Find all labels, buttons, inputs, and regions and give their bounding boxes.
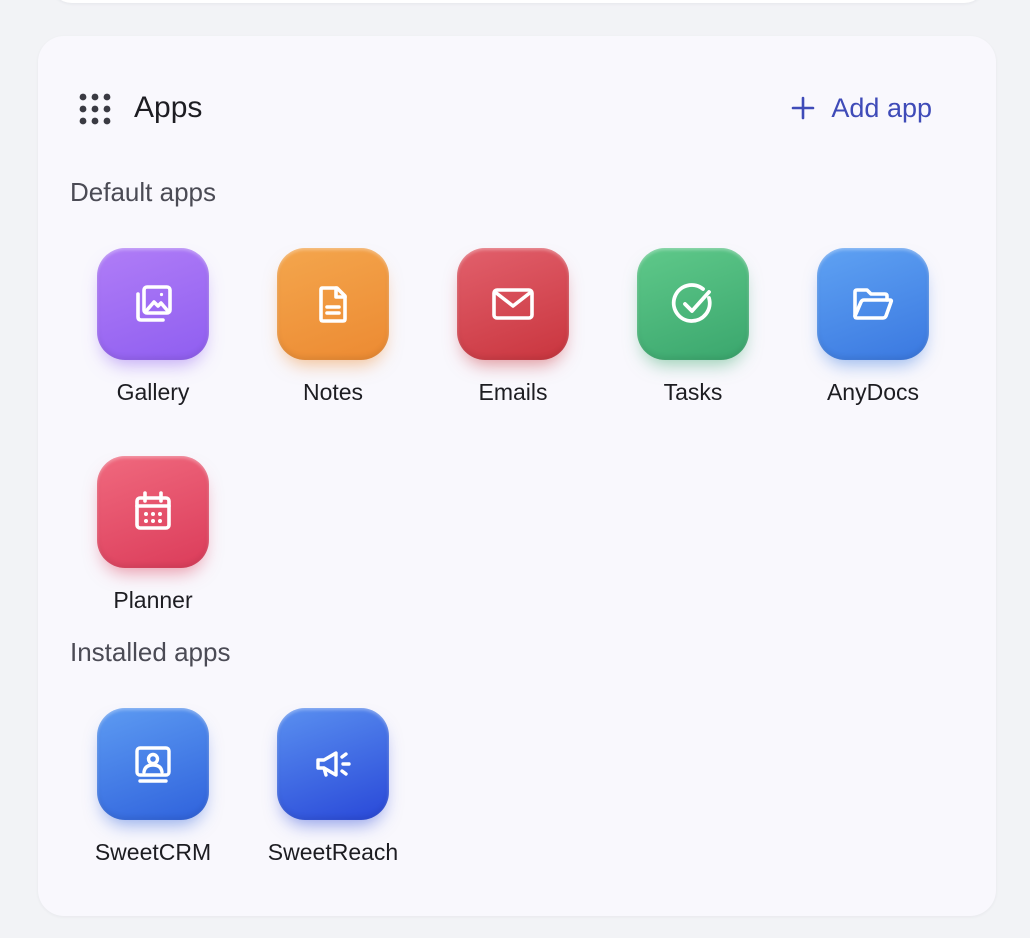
app-gallery[interactable]: Gallery xyxy=(63,248,243,406)
app-label: Tasks xyxy=(663,379,723,405)
app-tasks[interactable]: Tasks xyxy=(603,248,783,406)
app-tile xyxy=(97,248,209,360)
app-label: Notes xyxy=(302,379,364,405)
app-tile xyxy=(817,248,929,360)
megaphone-icon xyxy=(316,751,351,777)
app-planner[interactable]: Planner xyxy=(63,456,243,614)
contact-card-icon xyxy=(135,746,171,783)
app-tile xyxy=(277,248,389,360)
previous-card-edge xyxy=(50,0,986,3)
app-notes[interactable]: Notes xyxy=(243,248,423,406)
app-emails[interactable]: Emails xyxy=(423,248,603,406)
app-tile xyxy=(97,456,209,568)
page-title: Apps xyxy=(134,91,203,124)
plus-icon xyxy=(792,96,815,120)
folder-icon xyxy=(853,288,894,320)
app-label: AnyDocs xyxy=(826,379,920,405)
app-sweetcrm[interactable]: SweetCRM xyxy=(63,708,243,866)
app-label: SweetReach xyxy=(267,839,399,865)
grid-icon xyxy=(79,93,111,125)
app-label: Planner xyxy=(113,587,193,613)
app-tile xyxy=(97,708,209,820)
app-tile xyxy=(637,248,749,360)
app-tile xyxy=(457,248,569,360)
app-sweetreach[interactable]: SweetReach xyxy=(243,708,423,866)
gallery-icon xyxy=(136,285,172,322)
add-app-button[interactable]: Add app xyxy=(791,88,932,128)
app-label: Gallery xyxy=(116,379,190,405)
mail-icon xyxy=(492,288,534,320)
app-tile xyxy=(277,708,389,820)
installed-apps-heading: Installed apps xyxy=(70,637,231,667)
app-anydocs[interactable]: AnyDocs xyxy=(783,248,963,406)
add-app-label: Add app xyxy=(831,93,932,123)
calendar-icon xyxy=(135,491,171,530)
apps-panel: Apps Add app Default apps Gallery Notes … xyxy=(38,36,996,916)
check-circle-icon xyxy=(671,283,712,323)
note-icon xyxy=(319,286,347,323)
app-label: Emails xyxy=(478,379,548,405)
default-apps-heading: Default apps xyxy=(70,177,216,207)
app-label: SweetCRM xyxy=(94,839,212,865)
